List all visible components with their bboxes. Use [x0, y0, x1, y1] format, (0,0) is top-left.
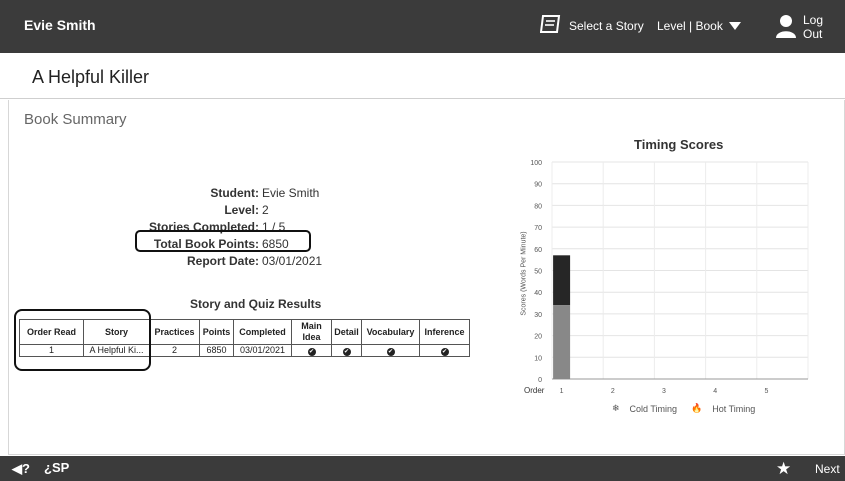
check-circle-icon: ✔ [386, 348, 395, 356]
top-bar: Evie Smith Select a Story Level | Book L… [0, 0, 845, 53]
y-tick-label: 90 [534, 182, 542, 189]
snowflake-icon: ❄ [612, 403, 620, 413]
points-highlight-box [135, 230, 311, 252]
select-story-label: Select a Story [569, 18, 644, 33]
legend-hot-timing: Hot Timing [712, 403, 756, 414]
spanish-toggle-button[interactable]: ¿SP [44, 460, 69, 475]
cell-completed: 03/01/2021 [233, 344, 292, 357]
report-date-label: Report Date: [186, 254, 259, 268]
section-title: Book Summary [24, 111, 127, 128]
book-icon [539, 14, 562, 37]
chart-title: Timing Scores [634, 137, 724, 152]
cell-detail: ✔ [331, 344, 362, 357]
x-axis-label: Order [524, 386, 545, 395]
select-story-button[interactable]: Select a Story [539, 14, 644, 37]
logout-button[interactable]: Log Out [776, 13, 845, 41]
student-label: Student: [210, 186, 259, 200]
y-tick-label: 60 [534, 247, 542, 254]
cell-practices: 2 [149, 344, 200, 357]
chart-y-axis-label: Scores (Words Per Minute) [520, 231, 528, 316]
page-title: A Helpful Killer [32, 67, 150, 87]
check-circle-icon: ✔ [342, 348, 351, 356]
y-tick-label: 10 [534, 355, 542, 362]
user-name: Evie Smith [24, 17, 96, 33]
level-book-dropdown[interactable]: Level | Book [657, 19, 741, 33]
header-vocabulary: Vocabulary [361, 319, 420, 345]
star-icon[interactable]: ★ [776, 459, 791, 479]
report-date-value: 03/01/2021 [262, 254, 323, 268]
student-row: Student: Evie Smith [0, 185, 400, 202]
cold-timing-bar [553, 305, 571, 379]
x-tick-label: 4 [713, 388, 717, 395]
y-tick-label: 80 [534, 203, 542, 210]
results-title: Story and Quiz Results [190, 297, 322, 311]
y-tick-label: 50 [534, 269, 542, 276]
header-completed: Completed [233, 319, 292, 345]
level-label: Level: [224, 203, 259, 217]
level-row: Level: 2 [0, 202, 400, 219]
x-tick-label: 5 [764, 388, 768, 395]
y-tick-label: 100 [530, 160, 542, 167]
order-story-highlight-box [14, 309, 151, 371]
legend-cold-timing: Cold Timing [629, 403, 678, 414]
y-tick-label: 20 [534, 334, 542, 341]
audio-help-button[interactable]: ◀? [12, 461, 30, 477]
next-button[interactable]: Next [815, 462, 840, 476]
level-value: 2 [262, 203, 269, 217]
check-circle-icon: ✔ [307, 348, 316, 356]
x-tick-label: 3 [662, 388, 666, 395]
hot-timing-bar [553, 255, 571, 306]
cell-inference: ✔ [419, 344, 470, 357]
y-tick-label: 30 [534, 312, 542, 319]
timing-scores-chart: Timing Scores Scores (Words Per Minute) … [516, 130, 816, 430]
student-value: Evie Smith [262, 186, 320, 200]
header-practices: Practices [149, 319, 200, 345]
bottom-bar: ◀? ¿SP ★ Next [0, 456, 845, 481]
y-tick-label: 70 [534, 225, 542, 232]
y-tick-label: 0 [538, 377, 542, 384]
chart-legend: ❄ Cold Timing 🔥 Hot Timing [612, 403, 755, 414]
x-tick-label: 2 [611, 388, 615, 395]
chart-plot: 0 10 20 30 40 50 60 70 80 90 100 1 2 3 4 5 Order [524, 160, 809, 395]
cell-main-idea: ✔ [291, 344, 332, 357]
header-points: Points [199, 319, 234, 345]
caret-down-icon [728, 19, 741, 33]
header-detail: Detail [331, 319, 362, 345]
logout-label: Log Out [803, 13, 824, 41]
cell-points: 6850 [199, 344, 234, 357]
header-inference: Inference [419, 319, 470, 345]
header-main-idea: Main Idea [291, 319, 332, 345]
report-date-row: Report Date: 03/01/2021 [0, 253, 400, 270]
cell-vocabulary: ✔ [361, 344, 420, 357]
title-bar: A Helpful Killer [0, 53, 845, 99]
level-book-label: Level | Book [657, 19, 723, 33]
y-tick-label: 40 [534, 290, 542, 297]
x-tick-label: 1 [560, 388, 564, 395]
check-circle-icon: ✔ [440, 348, 449, 356]
user-icon [776, 14, 796, 41]
flame-icon: 🔥 [691, 403, 703, 413]
